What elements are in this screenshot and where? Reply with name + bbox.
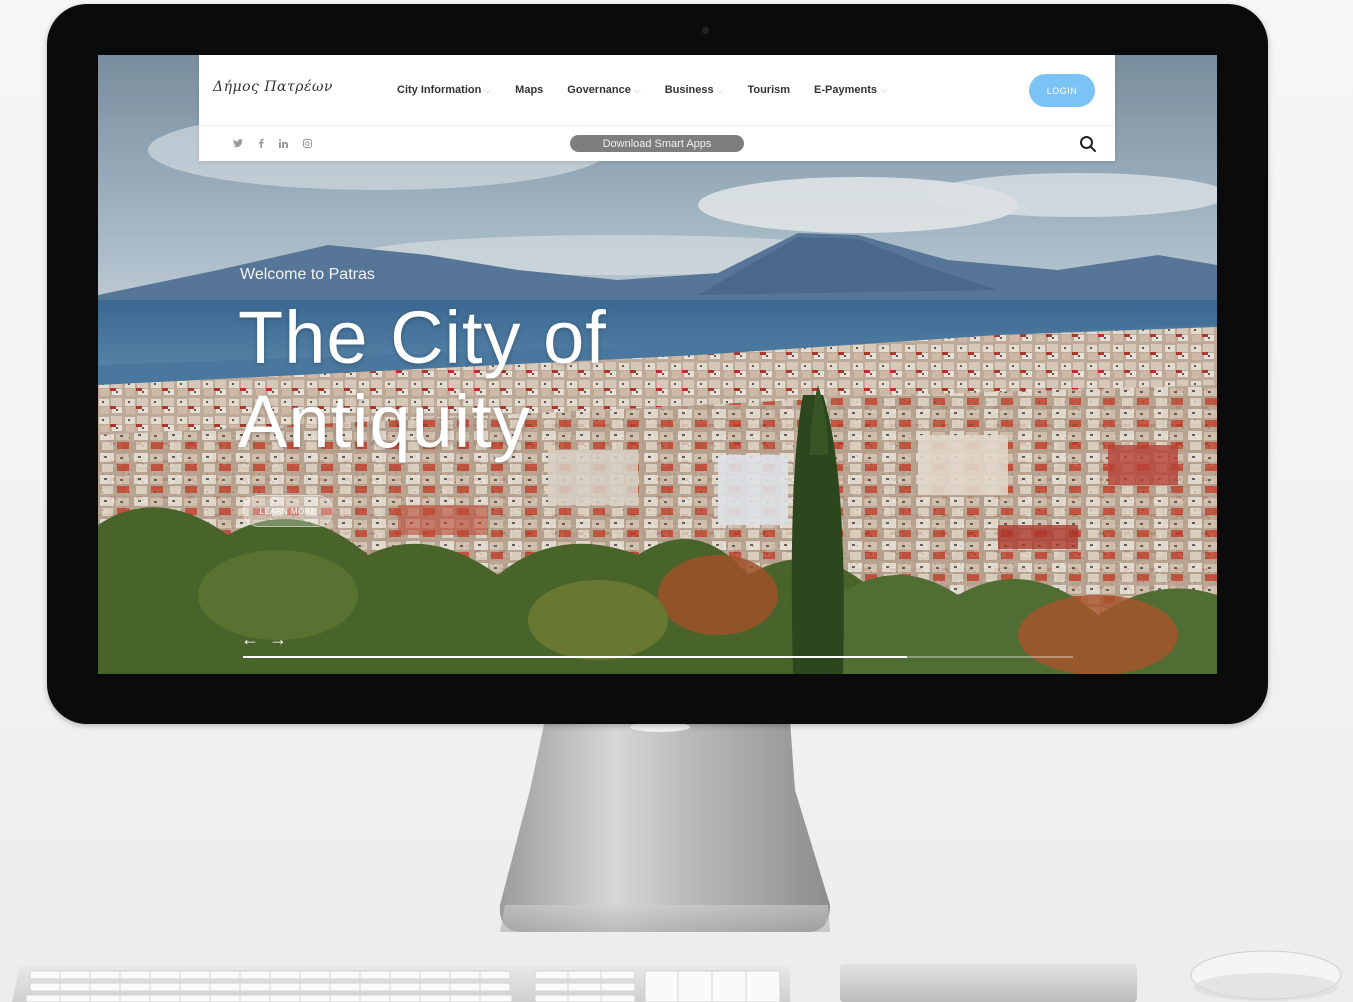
- trackpad: [840, 964, 1137, 1002]
- mouse: [1190, 950, 1342, 1001]
- desk-peripherals: [12, 950, 1342, 1002]
- keyboard: [12, 966, 790, 1002]
